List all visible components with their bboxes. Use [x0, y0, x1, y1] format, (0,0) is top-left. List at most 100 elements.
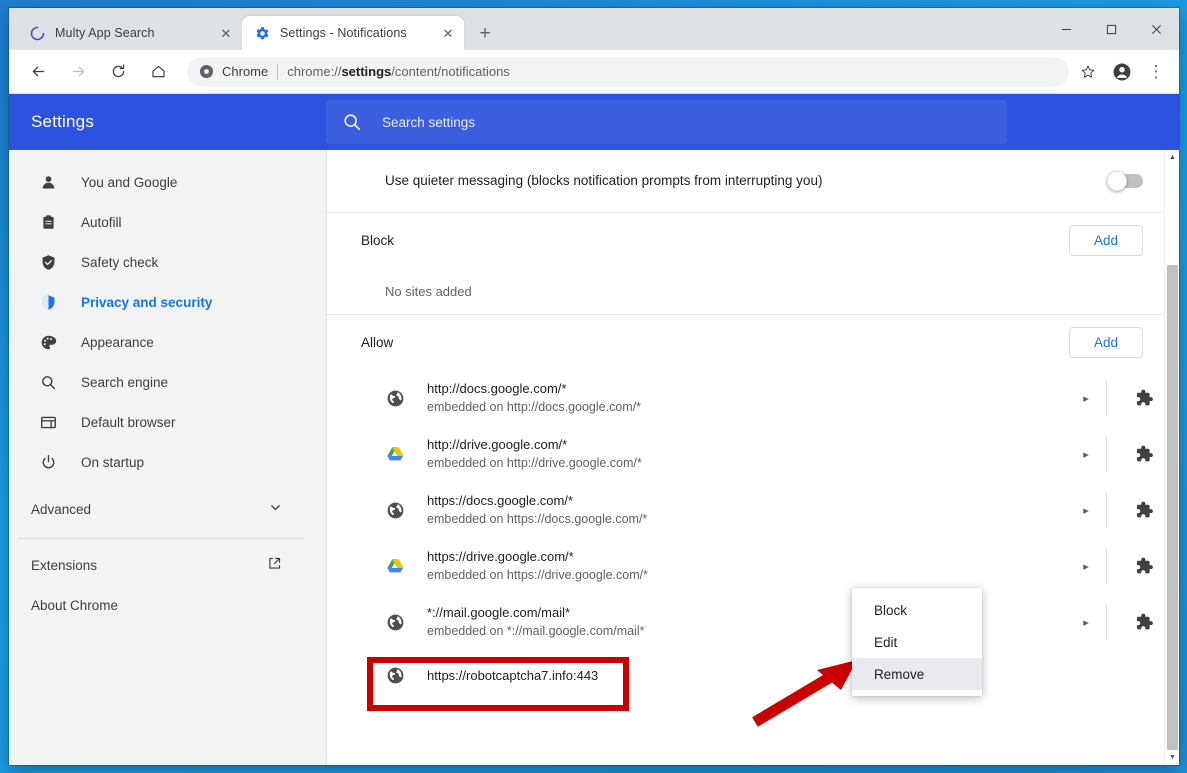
- quieter-messaging-row: Use quieter messaging (blocks notificati…: [327, 150, 1179, 212]
- tab-title: Multy App Search: [55, 26, 155, 40]
- site-row[interactable]: http://drive.google.com/* embedded on ht…: [327, 426, 1179, 482]
- sidebar-about-label: About Chrome: [31, 597, 119, 613]
- sidebar-item-advanced[interactable]: Advanced: [9, 486, 326, 532]
- site-row[interactable]: http://docs.google.com/* embedded on htt…: [327, 370, 1179, 426]
- block-section-title: Block: [361, 233, 395, 248]
- site-row[interactable]: https://docs.google.com/* embedded on ht…: [327, 482, 1179, 538]
- shield-check-icon: [37, 254, 59, 271]
- sidebar-extensions-label: Extensions: [31, 557, 98, 573]
- google-drive-icon: [385, 444, 405, 464]
- site-embedded: embedded on https://docs.google.com/*: [427, 512, 648, 526]
- sidebar-item-you-and-google[interactable]: You and Google: [9, 162, 326, 202]
- sidebar-item-default-browser[interactable]: Default browser: [9, 402, 326, 442]
- shield-icon: [37, 294, 59, 311]
- browser-window-icon: [37, 414, 59, 431]
- site-expand-arrow[interactable]: ▸: [1066, 560, 1106, 573]
- site-info: https://drive.google.com/* embedded on h…: [427, 547, 1066, 585]
- globe-icon: [385, 388, 405, 408]
- search-icon: [342, 112, 364, 132]
- site-url: http://docs.google.com/*: [427, 381, 567, 396]
- allow-add-button[interactable]: Add: [1068, 326, 1143, 359]
- bookmark-star-icon[interactable]: [1073, 57, 1103, 87]
- site-embedded: embedded on http://docs.google.com/*: [427, 400, 642, 414]
- minimize-button[interactable]: [1044, 13, 1089, 45]
- sidebar-item-privacy-and-security[interactable]: Privacy and security: [9, 282, 326, 322]
- site-row[interactable]: *://mail.google.com/mail* embedded on *:…: [327, 594, 1179, 650]
- settings-gear-icon: [254, 25, 270, 41]
- url-prefix: chrome://: [287, 64, 342, 79]
- external-link-icon: [267, 556, 282, 574]
- browser-menu-button[interactable]: ⋮: [1141, 57, 1171, 87]
- settings-header: Settings: [9, 94, 1179, 150]
- sidebar-item-label: On startup: [81, 454, 145, 470]
- block-add-button[interactable]: Add: [1068, 224, 1143, 257]
- site-info: https://docs.google.com/* embedded on ht…: [427, 491, 1066, 529]
- search-input[interactable]: [382, 114, 981, 130]
- site-info: http://drive.google.com/* embedded on ht…: [427, 435, 1066, 473]
- tab-multy-app-search[interactable]: Multy App Search ✕: [17, 16, 242, 50]
- new-tab-button[interactable]: +: [470, 18, 500, 48]
- browser-window: Multy App Search ✕ Settings - Notificati…: [9, 8, 1179, 765]
- tab-close-button[interactable]: ✕: [216, 23, 236, 43]
- scroll-down-arrow[interactable]: ▼: [1165, 750, 1179, 765]
- sidebar-item-label: Autofill: [81, 214, 122, 230]
- sidebar-item-autofill[interactable]: Autofill: [9, 202, 326, 242]
- sidebar-item-on-startup[interactable]: On startup: [9, 442, 326, 482]
- forward-button[interactable]: [63, 57, 93, 87]
- settings-content: Use quieter messaging (blocks notificati…: [326, 150, 1179, 765]
- site-expand-arrow[interactable]: ▸: [1066, 392, 1106, 405]
- settings-page: Settings You and Google: [9, 94, 1179, 765]
- sidebar-item-appearance[interactable]: Appearance: [9, 322, 326, 362]
- search-settings-bar[interactable]: [326, 100, 1007, 144]
- chevron-down-icon: [269, 501, 282, 517]
- sidebar-item-label: Privacy and security: [81, 294, 213, 310]
- site-info: http://docs.google.com/* embedded on htt…: [427, 379, 1066, 417]
- site-row-robotcaptcha[interactable]: https://robotcaptcha7.info:443: [327, 650, 1179, 700]
- scroll-up-arrow[interactable]: ▲: [1165, 150, 1179, 165]
- context-menu-item-block[interactable]: Block: [852, 594, 982, 626]
- reload-button[interactable]: [103, 57, 133, 87]
- site-embedded: embedded on https://drive.google.com/*: [427, 568, 648, 582]
- sidebar-item-label: Default browser: [81, 414, 176, 430]
- sidebar-item-about-chrome[interactable]: About Chrome: [9, 585, 326, 625]
- globe-icon: [385, 665, 405, 685]
- content-scrollbar[interactable]: ▲ ▼: [1164, 150, 1179, 765]
- close-button[interactable]: [1134, 13, 1179, 45]
- sidebar-item-label: Search engine: [81, 374, 169, 390]
- site-embedded: embedded on http://drive.google.com/*: [427, 456, 642, 470]
- context-menu: Block Edit Remove: [852, 588, 982, 696]
- toggle-knob: [1107, 170, 1127, 191]
- palette-icon: [37, 334, 59, 351]
- site-info: https://robotcaptcha7.info:443: [427, 666, 1179, 685]
- address-bar[interactable]: Chrome chrome://settings/content/notific…: [187, 56, 1069, 87]
- quieter-messaging-label: Use quieter messaging (blocks notificati…: [385, 173, 823, 188]
- sidebar-divider: [17, 538, 304, 539]
- site-url: https://drive.google.com/*: [427, 549, 574, 564]
- context-menu-item-remove[interactable]: Remove: [852, 658, 982, 690]
- site-expand-arrow[interactable]: ▸: [1066, 616, 1106, 629]
- home-button[interactable]: [143, 57, 173, 87]
- site-row[interactable]: https://drive.google.com/* embedded on h…: [327, 538, 1179, 594]
- browser-toolbar: Chrome chrome://settings/content/notific…: [9, 50, 1179, 94]
- sidebar-item-search-engine[interactable]: Search engine: [9, 362, 326, 402]
- site-expand-arrow[interactable]: ▸: [1066, 504, 1106, 517]
- sidebar-item-safety-check[interactable]: Safety check: [9, 242, 326, 282]
- loading-spinner-icon: [29, 25, 45, 41]
- scrollbar-thumb[interactable]: [1167, 265, 1178, 750]
- quieter-messaging-toggle[interactable]: [1107, 170, 1143, 191]
- context-menu-item-edit[interactable]: Edit: [852, 626, 982, 658]
- sidebar-item-extensions[interactable]: Extensions: [9, 545, 326, 585]
- url-suffix: /content/notifications: [391, 64, 510, 79]
- clipboard-icon: [37, 214, 59, 231]
- site-url: http://drive.google.com/*: [427, 437, 568, 452]
- maximize-button[interactable]: [1089, 13, 1134, 45]
- back-button[interactable]: [23, 57, 53, 87]
- profile-avatar-icon[interactable]: [1107, 57, 1137, 87]
- sidebar-item-label: Safety check: [81, 254, 159, 270]
- sidebar-advanced-label: Advanced: [31, 501, 92, 517]
- site-url: https://docs.google.com/*: [427, 493, 573, 508]
- power-icon: [37, 454, 59, 471]
- tab-settings-notifications[interactable]: Settings - Notifications ✕: [242, 16, 464, 50]
- site-expand-arrow[interactable]: ▸: [1066, 448, 1106, 461]
- tab-close-button[interactable]: ✕: [438, 23, 458, 43]
